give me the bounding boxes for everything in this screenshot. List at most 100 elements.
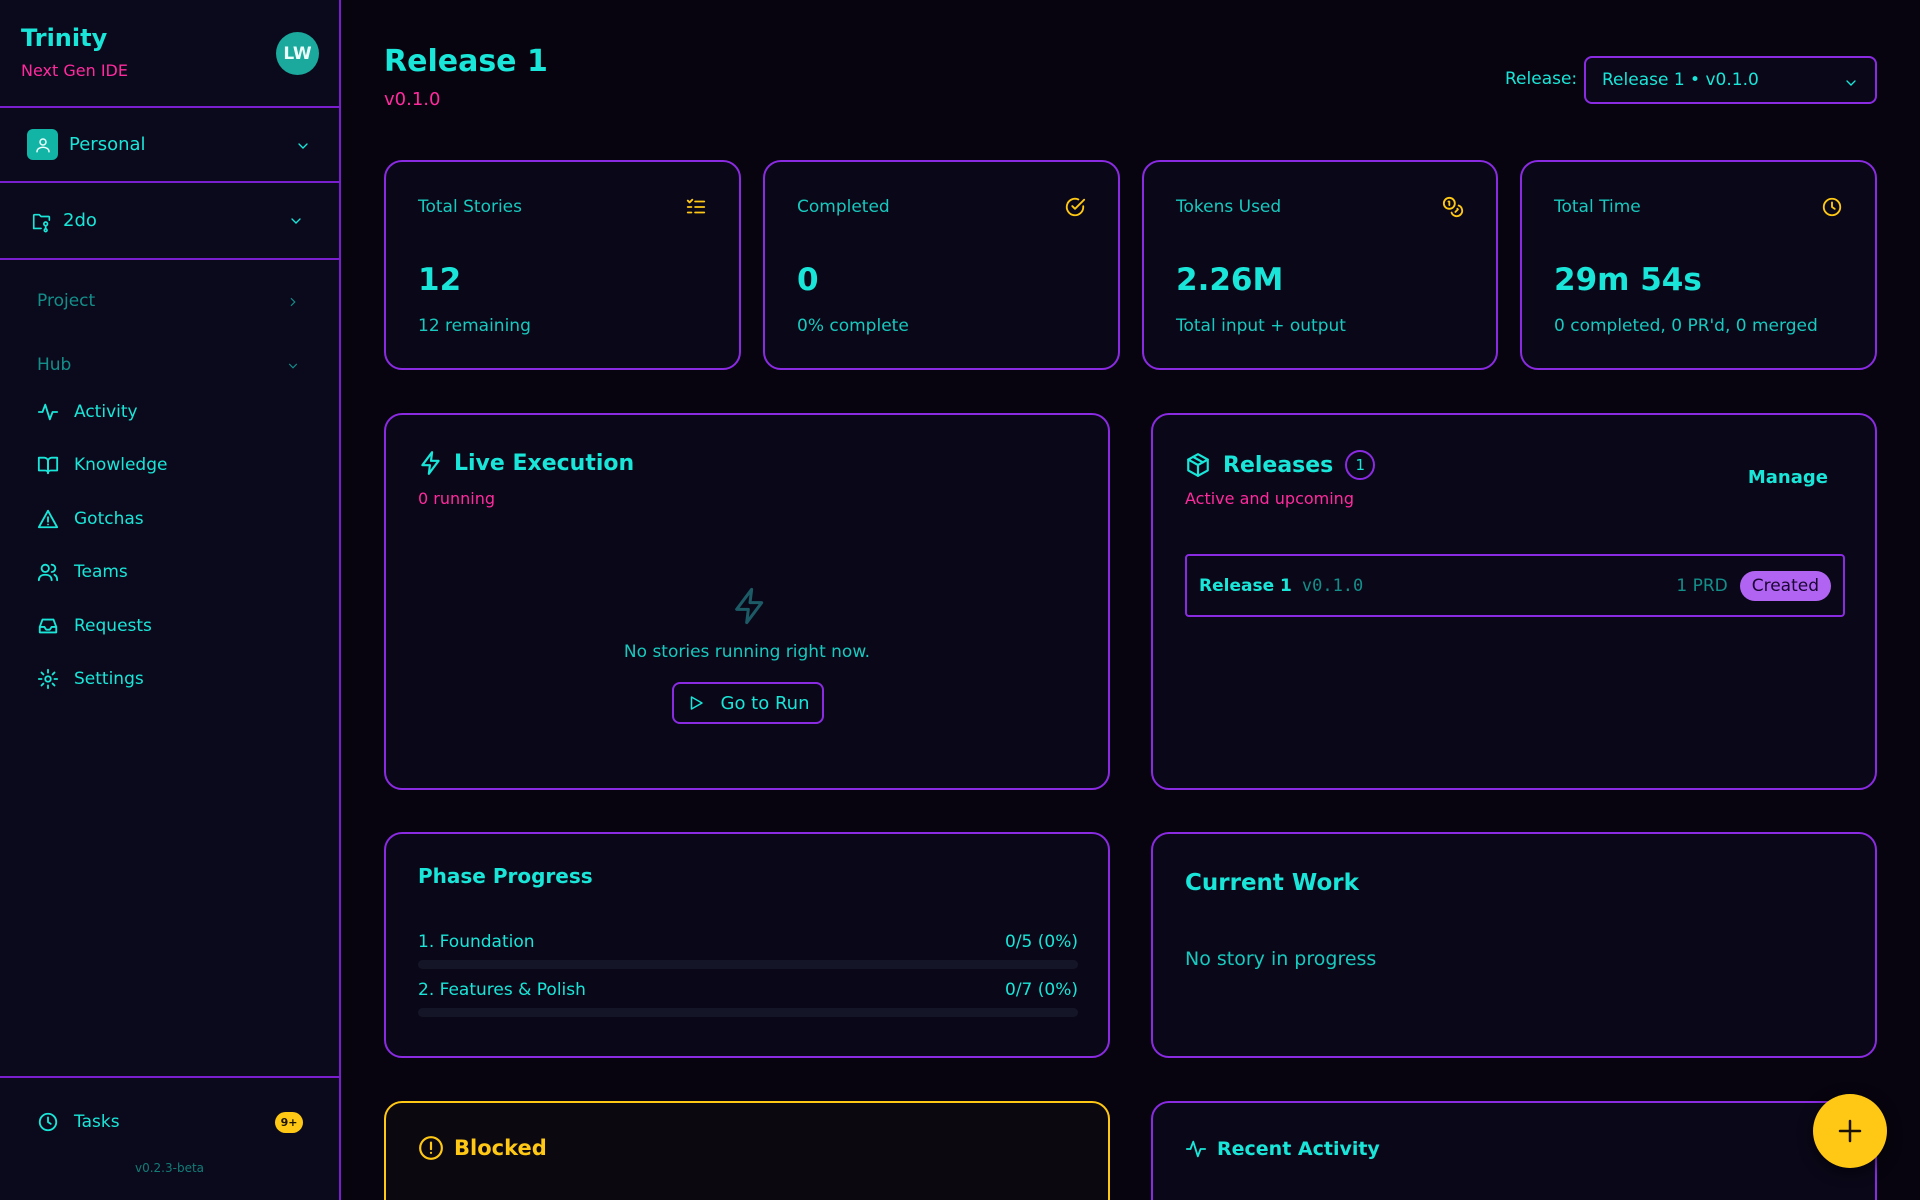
blocked-panel: Blocked — [384, 1101, 1110, 1200]
clock-icon — [1822, 197, 1842, 217]
status-badge: Created — [1739, 570, 1831, 601]
release-prd-count: 1 PRD — [1676, 575, 1728, 596]
release-name: Release 1 — [1199, 575, 1292, 596]
sidebar-item-label: Knowledge — [74, 455, 168, 475]
release-select-value: Release 1 • v0.1.0 — [1602, 70, 1759, 90]
progress-bar — [418, 1008, 1078, 1017]
stat-title: Total Stories — [418, 197, 522, 217]
chevron-down-icon — [298, 143, 308, 149]
sidebar-item-gotchas[interactable]: Gotchas — [37, 504, 144, 534]
play-icon — [690, 696, 703, 710]
folder-git-icon — [32, 213, 51, 233]
book-icon — [37, 456, 59, 475]
release-select[interactable]: Release 1 • v0.1.0 — [1584, 56, 1877, 104]
sidebar-item-tasks[interactable]: Tasks — [37, 1111, 120, 1133]
stat-value: 2.26M — [1176, 262, 1284, 298]
inbox-icon — [38, 618, 58, 634]
brand-title: Trinity — [21, 24, 108, 52]
list-todo-icon — [686, 198, 706, 214]
blocked-header: Blocked — [418, 1135, 547, 1161]
releases-subtitle: Active and upcoming — [1185, 489, 1354, 508]
stat-value: 29m 54s — [1554, 262, 1702, 298]
project-label: 2do — [63, 210, 97, 231]
stat-subtext: 12 remaining — [418, 316, 531, 336]
go-to-run-label: Go to Run — [720, 692, 810, 714]
sidebar-item-label: Tasks — [74, 1112, 120, 1132]
sidebar-item-label: Settings — [74, 669, 144, 689]
running-count: 0 running — [418, 489, 496, 508]
current-work-empty-text: No story in progress — [1185, 948, 1377, 970]
phase-progress-text: 0/7 (0%) — [1005, 980, 1078, 1000]
activity-icon — [37, 403, 59, 421]
alert-circle-icon — [419, 1136, 443, 1160]
stat-title: Total Time — [1554, 197, 1641, 217]
avatar[interactable]: LW — [276, 32, 319, 75]
sidebar: Trinity Next Gen IDE LW Personal 2do Pro… — [0, 0, 341, 1200]
activity-icon — [1185, 1140, 1207, 1158]
sidebar-item-settings[interactable]: Settings — [37, 664, 144, 694]
current-work-panel: Current Work No story in progress — [1151, 832, 1877, 1058]
releases-count-badge: 1 — [1345, 450, 1376, 480]
check-circle-icon — [1065, 197, 1086, 217]
sidebar-item-teams[interactable]: Teams — [37, 557, 128, 587]
project-selector[interactable]: 2do — [0, 183, 339, 260]
page-title: Release 1 — [384, 44, 548, 79]
live-execution-header: Live Execution — [418, 450, 634, 476]
users-icon — [37, 563, 59, 582]
warning-icon — [37, 509, 59, 529]
app-version: v0.2.3-beta — [134, 1161, 205, 1175]
stat-subtext: Total input + output — [1176, 316, 1346, 336]
chevron-down-icon[interactable] — [286, 359, 300, 373]
current-work-title: Current Work — [1185, 870, 1359, 896]
releases-header: Releases 1 — [1185, 450, 1376, 480]
sidebar-item-activity[interactable]: Activity — [37, 397, 138, 427]
phase-progress-panel: Phase Progress 1. Foundation 0/5 (0%) 2.… — [384, 832, 1110, 1058]
live-execution-panel: Live Execution 0 running No stories runn… — [384, 413, 1110, 790]
progress-bar — [418, 960, 1078, 969]
package-icon — [1187, 453, 1209, 477]
release-select-label: Release: — [1505, 69, 1578, 89]
nav-section-project[interactable]: Project — [37, 291, 95, 311]
brand-subtitle: Next Gen IDE — [21, 61, 128, 80]
phase-progress-title: Phase Progress — [418, 864, 593, 888]
release-row[interactable]: Release 1 v0.1.0 1 PRD Created — [1185, 554, 1845, 617]
stat-value: 12 — [418, 262, 462, 298]
sidebar-item-label: Activity — [74, 402, 138, 422]
live-execution-title: Live Execution — [454, 450, 635, 476]
workspace-label: Personal — [69, 134, 146, 155]
plus-icon — [1838, 1119, 1862, 1143]
phase-label: 2. Features & Polish — [418, 980, 586, 1000]
user-icon — [27, 129, 58, 160]
nav-section-hub[interactable]: Hub — [37, 355, 71, 375]
sidebar-item-label: Teams — [74, 562, 128, 582]
chevron-right-icon[interactable] — [286, 295, 300, 309]
tasks-count-badge: 9+ — [275, 1112, 303, 1133]
stat-title: Completed — [797, 197, 890, 217]
stat-card-tokens-used: Tokens Used 2.26M Total input + output — [1142, 160, 1498, 370]
add-button[interactable] — [1813, 1094, 1887, 1168]
chevron-down-icon — [1846, 80, 1856, 86]
stat-subtext: 0 completed, 0 PR'd, 0 merged — [1554, 316, 1818, 336]
sidebar-footer: Tasks 9+ v0.2.3-beta — [0, 1076, 339, 1200]
sidebar-item-requests[interactable]: Requests — [37, 611, 152, 641]
releases-panel: Releases 1 Active and upcoming Manage Re… — [1151, 413, 1877, 790]
stat-value: 0 — [797, 262, 819, 298]
stat-card-total-time: Total Time 29m 54s 0 completed, 0 PR'd, … — [1520, 160, 1877, 370]
recent-activity-title: Recent Activity — [1217, 1138, 1380, 1160]
recent-activity-panel: Recent Activity — [1151, 1101, 1877, 1200]
empty-state-text: No stories running right now. — [623, 642, 871, 662]
releases-title: Releases — [1223, 452, 1334, 478]
manage-releases-button[interactable]: Manage — [1748, 467, 1828, 488]
stat-title: Tokens Used — [1176, 197, 1282, 217]
chevron-down-icon — [291, 218, 301, 224]
page-version: v0.1.0 — [384, 89, 441, 110]
coins-icon — [1442, 196, 1464, 218]
sidebar-item-label: Requests — [74, 616, 152, 636]
lightning-icon — [735, 587, 764, 625]
stat-card-total-stories: Total Stories 12 12 remaining — [384, 160, 741, 370]
clock-icon — [38, 1112, 58, 1132]
phase-label: 1. Foundation — [418, 932, 535, 952]
sidebar-item-knowledge[interactable]: Knowledge — [37, 450, 167, 480]
go-to-run-button[interactable]: Go to Run — [672, 682, 824, 724]
workspace-selector[interactable]: Personal — [0, 108, 339, 183]
